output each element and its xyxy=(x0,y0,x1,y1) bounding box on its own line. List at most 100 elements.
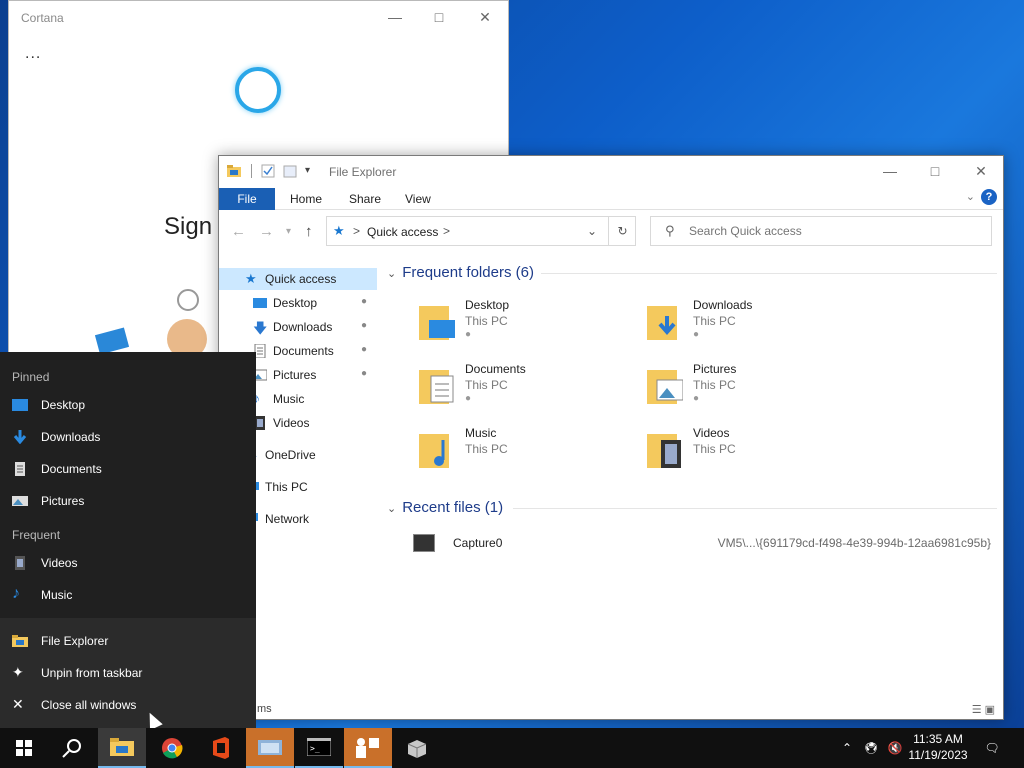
open-file-explorer-action[interactable]: File Explorer xyxy=(0,626,256,656)
taskbar-office[interactable] xyxy=(197,728,245,768)
folder-tile-desktop[interactable]: Desktop This PC ● xyxy=(419,296,639,352)
taskbar-search-button[interactable] xyxy=(48,728,96,768)
pin-icon[interactable]: ● xyxy=(361,320,367,331)
pin-icon: ● xyxy=(465,329,472,340)
address-path[interactable]: Quick access xyxy=(367,225,438,239)
windows-logo-icon xyxy=(16,740,32,756)
nav-item-quick-access[interactable]: ★ Quick access xyxy=(219,268,377,290)
minimize-button[interactable]: — xyxy=(372,1,418,33)
nav-label: Music xyxy=(273,392,305,406)
star-icon: ★ xyxy=(245,271,257,286)
document-icon xyxy=(15,462,25,476)
tab-home[interactable]: Home xyxy=(276,188,336,210)
maximize-button[interactable]: □ xyxy=(416,1,462,33)
back-arrow-icon[interactable]: ← xyxy=(231,223,246,240)
explorer-titlebar: ▾ File Explorer — □ ✕ xyxy=(219,156,1003,186)
nav-item-downloads[interactable]: 🡇 Downloads ● xyxy=(219,316,377,338)
tab-file[interactable]: File xyxy=(219,188,275,210)
close-icon: ✕ xyxy=(12,696,24,712)
pin-icon[interactable]: ● xyxy=(361,344,367,355)
maximize-button[interactable]: □ xyxy=(912,156,958,186)
list-item[interactable]: Capture0 VM5\...\{691179cd-f498-4e39-994… xyxy=(407,532,997,554)
jump-item-videos[interactable]: Videos xyxy=(0,548,256,578)
taskbar-app-people[interactable] xyxy=(344,728,392,768)
address-box[interactable]: ★ > Quick access > ⌄ ↻ xyxy=(326,216,636,246)
status-item-count: ms xyxy=(257,703,272,715)
folder-name: Downloads xyxy=(693,298,753,312)
pictures-folder-icon xyxy=(647,370,683,404)
folder-name: Pictures xyxy=(693,362,737,376)
forward-arrow-icon[interactable]: → xyxy=(259,223,274,240)
folder-location: This PC xyxy=(465,314,508,328)
recent-files-header[interactable]: ⌄ Recent files (1) xyxy=(387,499,503,516)
new-folder-icon[interactable] xyxy=(283,164,297,178)
file-path: VM5\...\{691179cd-f498-4e39-994b-12aa698… xyxy=(717,536,991,550)
properties-icon[interactable] xyxy=(261,164,275,178)
jump-item-desktop[interactable]: Desktop xyxy=(0,390,256,420)
recent-locations-chevron-icon[interactable]: ▾ xyxy=(286,226,291,237)
nav-label: Desktop xyxy=(273,296,318,310)
videos-folder-icon xyxy=(647,434,681,468)
folder-name: Desktop xyxy=(465,298,510,312)
network-tray-icon[interactable]: 🖲 xyxy=(860,728,882,768)
taskbar-app-box[interactable] xyxy=(393,728,441,768)
taskbar-file-explorer[interactable] xyxy=(98,728,146,768)
view-toggle-icons[interactable]: ☰ ▣ xyxy=(972,703,995,716)
download-arrow-icon xyxy=(13,430,27,444)
close-button[interactable]: ✕ xyxy=(958,156,1004,186)
pin-icon[interactable]: ● xyxy=(361,296,367,307)
nav-item-desktop[interactable]: Desktop ● xyxy=(219,292,377,314)
search-box[interactable]: ⚲ xyxy=(650,216,992,246)
folder-location: This PC xyxy=(693,314,736,328)
address-separator[interactable]: > xyxy=(353,224,360,238)
collapse-chevron-icon[interactable]: ⌄ xyxy=(387,503,396,515)
collapse-chevron-icon[interactable]: ⌄ xyxy=(387,268,396,280)
clock-time: 11:35 AM xyxy=(913,732,963,746)
jump-item-pictures[interactable]: Pictures xyxy=(0,486,256,516)
taskbar-explorer-instance[interactable] xyxy=(246,728,294,768)
system-clock[interactable]: 11:35 AM 11/19/2023 xyxy=(903,731,973,763)
folder-tile-videos[interactable]: Videos This PC xyxy=(647,424,867,480)
address-trail-chevron[interactable]: > xyxy=(443,224,450,238)
jump-item-downloads[interactable]: Downloads xyxy=(0,422,256,452)
tab-view[interactable]: View xyxy=(391,188,445,210)
more-options-button[interactable]: ... xyxy=(25,45,41,63)
notifications-icon[interactable]: 🗨 xyxy=(978,728,1006,768)
folder-name: Documents xyxy=(465,362,526,376)
folder-tile-music[interactable]: Music This PC xyxy=(419,424,639,480)
jump-item-documents[interactable]: Documents xyxy=(0,454,256,484)
jump-item-music[interactable]: ♪ Music xyxy=(0,580,256,610)
folder-name: Videos xyxy=(693,426,730,440)
close-button[interactable]: ✕ xyxy=(462,1,508,33)
nav-label: Quick access xyxy=(265,272,337,286)
folder-tile-downloads[interactable]: Downloads This PC ● xyxy=(647,296,867,352)
quick-access-star-icon: ★ xyxy=(333,223,345,238)
customize-toolbar-icon[interactable]: ▾ xyxy=(305,165,310,176)
tab-share[interactable]: Share xyxy=(335,188,395,210)
unpin-from-taskbar-action[interactable]: ✦ Unpin from taskbar xyxy=(0,658,256,688)
nav-label: Pictures xyxy=(273,368,317,382)
close-all-windows-action[interactable]: ✕ Close all windows xyxy=(0,690,256,720)
show-hidden-icons-chevron[interactable]: ⌃ xyxy=(838,728,856,768)
refresh-icon[interactable]: ↻ xyxy=(608,217,636,245)
minimize-button[interactable]: — xyxy=(867,156,913,186)
folder-location: This PC xyxy=(693,378,736,392)
frequent-folders-header[interactable]: ⌄ Frequent folders (6) xyxy=(387,264,534,281)
help-icon[interactable]: ? xyxy=(981,189,997,205)
taskbar-command-prompt[interactable]: >_ xyxy=(295,728,343,768)
cortana-titlebar: Cortana — □ ✕ xyxy=(9,1,508,33)
jump-label: Music xyxy=(41,588,73,602)
expand-ribbon-chevron-icon[interactable]: ⌄ xyxy=(966,190,975,203)
pin-icon[interactable]: ● xyxy=(361,368,367,379)
taskbar-chrome[interactable] xyxy=(148,728,196,768)
close-icon: ✕ xyxy=(975,162,987,179)
search-input[interactable] xyxy=(689,222,979,240)
cortana-title: Cortana xyxy=(21,11,64,25)
up-arrow-icon[interactable]: ↑ xyxy=(305,223,313,240)
pinned-header: Pinned xyxy=(12,370,50,384)
folder-tile-documents[interactable]: Documents This PC ● xyxy=(419,360,639,416)
package-icon xyxy=(407,740,427,758)
address-dropdown-chevron-icon[interactable]: ⌄ xyxy=(587,224,597,238)
start-button[interactable] xyxy=(0,728,48,768)
folder-tile-pictures[interactable]: Pictures This PC ● xyxy=(647,360,867,416)
